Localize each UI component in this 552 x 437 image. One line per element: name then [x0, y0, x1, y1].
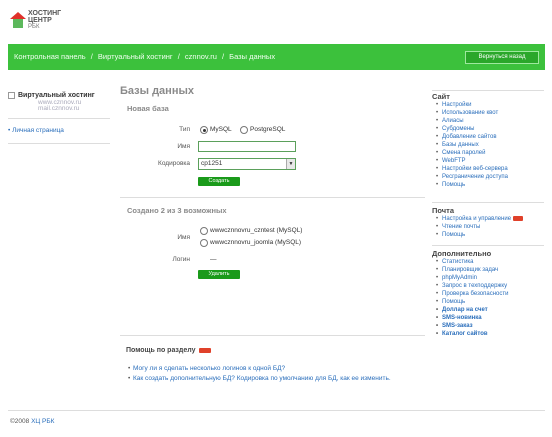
- db-name-input[interactable]: [198, 141, 296, 152]
- page-title: Базы данных: [120, 85, 194, 97]
- divider: [120, 335, 425, 336]
- breadcrumb-databases: Базы данных: [229, 52, 276, 61]
- db1-radio[interactable]: [200, 227, 208, 235]
- sidebar-section-title[interactable]: Виртуальный хостинг: [18, 92, 95, 99]
- logo-house-body: [13, 19, 23, 28]
- personal-page-link[interactable]: • Личная страница: [8, 127, 64, 134]
- encoding-select[interactable]: cp1251 ▼: [198, 158, 296, 170]
- breadcrumb-domain[interactable]: cznnov.ru: [185, 52, 217, 61]
- breadcrumb-sep: /: [221, 52, 225, 61]
- sidebar-item-aliases[interactable]: Алиасы: [436, 118, 463, 124]
- new-db-heading: Новая база: [127, 104, 169, 113]
- sidebar-item-webserver[interactable]: Настройки веб-сервера: [436, 166, 508, 172]
- breadcrumb: Контрольная панель / Виртуальный хостинг…: [14, 52, 278, 61]
- mail-section-title: Почта: [432, 206, 454, 215]
- created-heading: Создано 2 из 3 возможных: [127, 206, 227, 215]
- postgres-radio[interactable]: [240, 126, 248, 134]
- header-bar: Контрольная панель / Виртуальный хостинг…: [8, 44, 545, 70]
- type-label: Тип: [179, 126, 190, 133]
- divider: [432, 245, 544, 246]
- help-link-2[interactable]: • Как создать дополнительную БД? Кодировк…: [128, 375, 413, 383]
- help-heading: Помощь по разделу: [126, 347, 211, 354]
- footer-divider: [8, 410, 545, 411]
- login-label: Логин: [172, 256, 190, 263]
- sidebar-item-scheduler[interactable]: Планировщик задач: [436, 267, 498, 273]
- new-badge: [198, 347, 211, 353]
- divider: [432, 90, 544, 91]
- tree-toggle-icon[interactable]: [8, 92, 15, 99]
- logo[interactable]: ХОСТИНГ ЦЕНТР РБК: [10, 8, 70, 34]
- login-value: —: [210, 256, 217, 263]
- sidebar-item-quotas[interactable]: Использование квот: [436, 110, 498, 116]
- sidebar-item-webftp[interactable]: WebFTP: [436, 158, 465, 164]
- logo-text-2: ЦЕНТР: [28, 17, 52, 24]
- sidebar-item-settings[interactable]: Настройки: [436, 102, 472, 108]
- mysql-label: MySQL: [210, 126, 232, 133]
- divider: [120, 197, 425, 198]
- encoding-label: Кодировка: [158, 160, 190, 167]
- sidebar-item-mail-help[interactable]: Помощь: [436, 232, 465, 238]
- db2-radio[interactable]: [200, 239, 208, 247]
- create-button[interactable]: Создать: [198, 177, 240, 186]
- sidebar-domain-2[interactable]: mail.cznnov.ru: [38, 105, 79, 112]
- sidebar-item-mail-settings[interactable]: Настройка и управление: [436, 216, 524, 222]
- mysql-radio[interactable]: [200, 126, 208, 134]
- breadcrumb-control-panel[interactable]: Контрольная панель: [14, 52, 86, 61]
- divider: [432, 202, 544, 203]
- logo-text-1: ХОСТИНГ: [28, 10, 62, 17]
- sidebar-item-dollar[interactable]: Доллар на счет: [436, 307, 488, 313]
- divider: [8, 118, 110, 119]
- new-badge: [513, 216, 524, 221]
- chevron-down-icon[interactable]: ▼: [286, 159, 295, 169]
- copyright: ©2008: [10, 418, 30, 425]
- sidebar-item-subdomains[interactable]: Субдомены: [436, 126, 474, 132]
- sidebar-item-add-sites[interactable]: Добавление сайтов: [436, 134, 497, 140]
- help-link-1[interactable]: • Могу ли я сделать несколько логинов к о…: [128, 365, 413, 373]
- breadcrumb-sep: /: [90, 52, 93, 61]
- sidebar-item-sms-new[interactable]: SMS-новинка: [436, 315, 482, 321]
- sidebar-item-help[interactable]: Помощь: [436, 182, 465, 188]
- back-button[interactable]: Вернуться назад: [465, 51, 539, 64]
- breadcrumb-sep: /: [177, 52, 180, 61]
- extra-section-title: Дополнительно: [432, 249, 492, 258]
- db2-label: wwwcznnovru_joomla (MySQL): [210, 239, 302, 246]
- sidebar-item-databases[interactable]: Базы данных: [436, 142, 479, 148]
- logo-text-3: РБК: [28, 24, 40, 30]
- sidebar-item-phpmyadmin[interactable]: phpMyAdmin: [436, 275, 477, 281]
- db-label: Имя: [177, 234, 190, 241]
- name-label: Имя: [177, 143, 190, 150]
- logo-house-icon: [10, 12, 26, 19]
- breadcrumb-virtual-hosting[interactable]: Виртуальный хостинг: [98, 52, 173, 61]
- site-section-title: Сайт: [432, 92, 450, 101]
- sidebar-item-read-mail[interactable]: Чтение почты: [436, 224, 480, 230]
- sidebar-item-access[interactable]: Ресграничение доступа: [436, 174, 508, 180]
- sidebar-item-catalog[interactable]: Каталог сайтов: [436, 331, 488, 337]
- footer: ©2008 ХЦ РБК: [10, 418, 54, 425]
- divider: [8, 143, 110, 144]
- delete-button[interactable]: Удалить: [198, 270, 240, 279]
- sidebar-item-passwords[interactable]: Смена паролей: [436, 150, 485, 156]
- postgres-label: PostgreSQL: [250, 126, 286, 133]
- sidebar-item-security[interactable]: Проверка безопасности: [436, 291, 509, 297]
- encoding-value: cp1251: [201, 160, 223, 167]
- sidebar-item-support[interactable]: Запрос в техподдержку: [436, 283, 507, 289]
- sidebar-item-extra-help[interactable]: Помощь: [436, 299, 465, 305]
- sidebar-item-stats[interactable]: Статистика: [436, 259, 473, 265]
- footer-link[interactable]: ХЦ РБК: [31, 418, 54, 425]
- sidebar-item-sms-order[interactable]: SMS-заказ: [436, 323, 473, 329]
- db1-label: wwwcznnovru_czntest (MySQL): [210, 227, 303, 234]
